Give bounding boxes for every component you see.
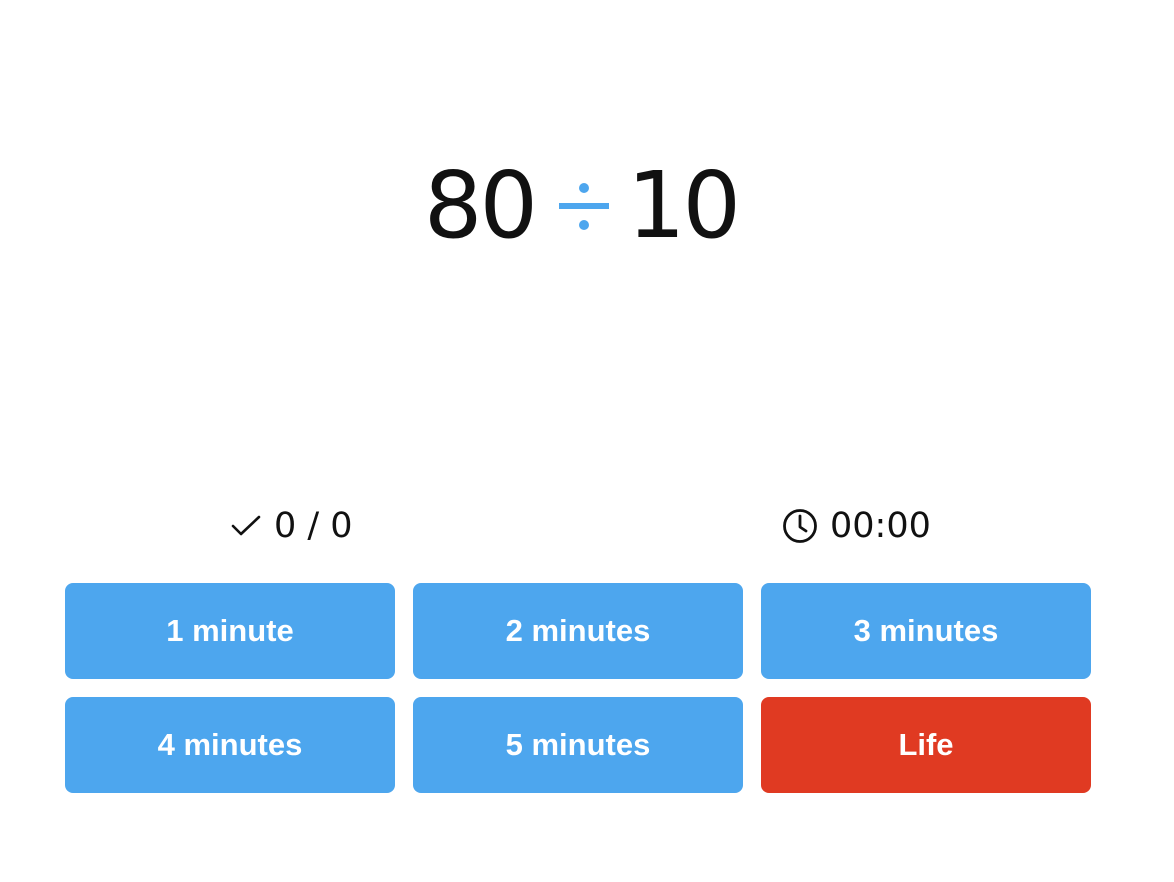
timer-display: 00:00 <box>782 500 931 552</box>
operand-a: 80 <box>423 151 538 259</box>
life-button[interactable]: Life <box>761 697 1091 793</box>
duration-buttons: 1 minute 2 minutes 3 minutes 4 minutes 5… <box>65 583 1091 793</box>
operand-b: 10 <box>627 151 741 259</box>
stats-bar: 0 / 0 00:00 <box>0 500 1174 552</box>
three-minutes-button[interactable]: 3 minutes <box>761 583 1091 679</box>
two-minutes-button[interactable]: 2 minutes <box>413 583 743 679</box>
clock-icon <box>782 508 818 544</box>
score-value: 0 / 0 <box>274 506 353 546</box>
math-problem: 80 10 <box>0 150 1174 260</box>
five-minutes-button[interactable]: 5 minutes <box>413 697 743 793</box>
divide-operator-icon <box>557 150 611 260</box>
one-minute-button[interactable]: 1 minute <box>65 583 395 679</box>
page: 80 10 0 / 0 00:00 1 minute 2 minutes 3 m… <box>0 0 1174 882</box>
four-minutes-button[interactable]: 4 minutes <box>65 697 395 793</box>
check-icon <box>230 512 262 540</box>
timer-value: 00:00 <box>830 506 931 546</box>
score-display: 0 / 0 <box>230 500 353 552</box>
